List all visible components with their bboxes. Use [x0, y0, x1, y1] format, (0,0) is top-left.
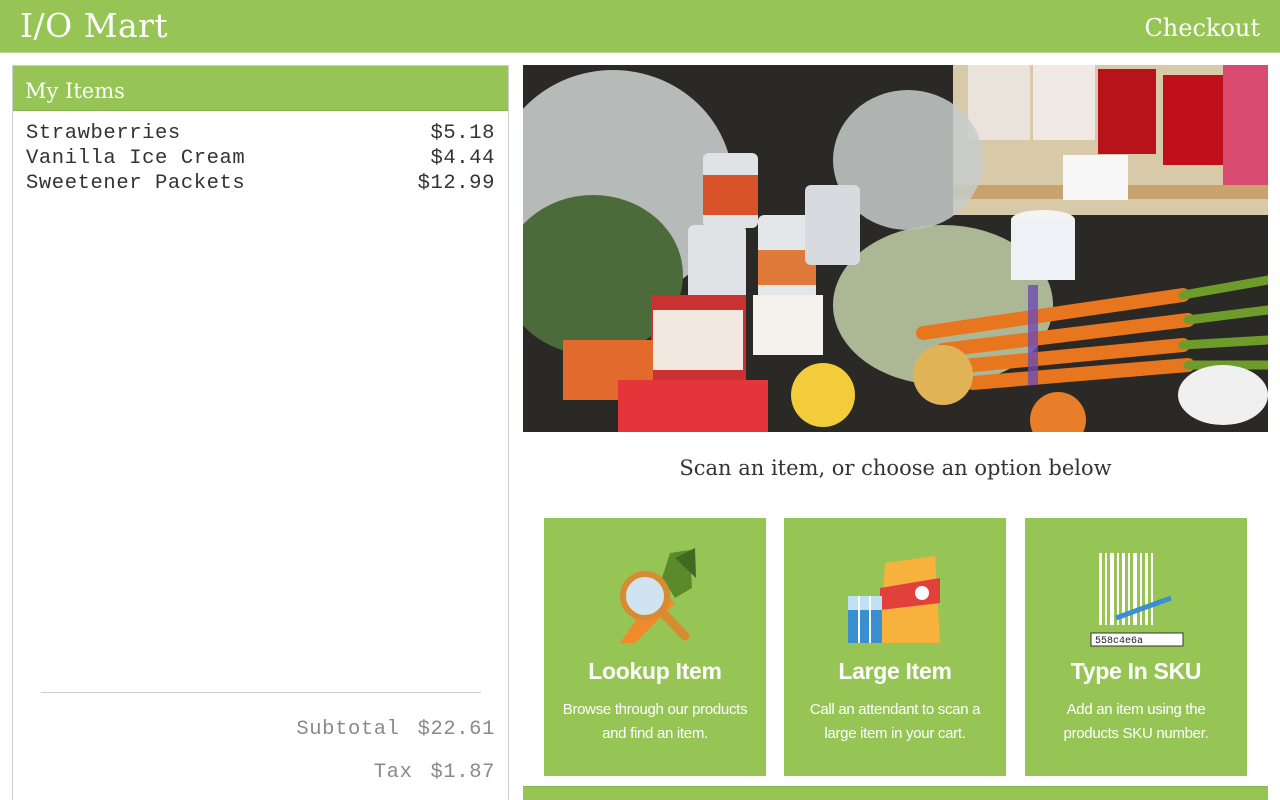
subtotal-value: $22.61	[417, 718, 495, 741]
list-item[interactable]: Vanilla Ice Cream $4.44	[26, 146, 495, 171]
item-price: $12.99	[417, 172, 495, 195]
item-price: $4.44	[430, 147, 495, 170]
totals-divider	[41, 692, 481, 693]
tax-row: Tax $1.87	[374, 761, 495, 784]
carrot-magnifier-icon	[620, 548, 696, 643]
type-sku-title: Type In SKU	[1070, 658, 1202, 684]
list-item[interactable]: Sweetener Packets $12.99	[26, 171, 495, 196]
type-sku-button[interactable]: 558c4e6a Type In SKU Add an item using t…	[1025, 518, 1247, 776]
tax-value: $1.87	[430, 761, 495, 784]
lookup-item-button[interactable]: Lookup Item Browse through our products …	[544, 518, 766, 776]
large-item-button[interactable]: Large Item Call an attendant to scan a l…	[784, 518, 1006, 776]
subtotal-row: Subtotal $22.61	[296, 718, 495, 741]
groceries-photo	[523, 65, 1268, 432]
large-item-title: Large Item	[838, 658, 952, 684]
tax-label: Tax	[373, 761, 413, 784]
subtotal-label: Subtotal	[296, 718, 400, 741]
large-item-description: Call an attendant to scan a large item i…	[809, 701, 981, 742]
sku-sample-text: 558c4e6a	[1095, 636, 1143, 647]
barcode-icon: 558c4e6a	[1090, 553, 1184, 647]
bottom-panel-edge	[523, 786, 1268, 800]
lookup-item-description: Browse through our products and find an …	[562, 701, 748, 742]
store-logo: I/O Mart	[20, 6, 169, 45]
checkout-button[interactable]: Checkout	[1144, 14, 1260, 42]
dog-food-bag-icon	[848, 556, 940, 643]
my-items-title: My Items	[13, 66, 508, 111]
item-name: Vanilla Ice Cream	[26, 147, 246, 170]
item-name: Strawberries	[26, 122, 181, 145]
item-list: Strawberries $5.18 Vanilla Ice Cream $4.…	[13, 111, 508, 196]
type-sku-description: Add an item using the products SKU numbe…	[1063, 701, 1209, 742]
my-items-panel: My Items Strawberries $5.18 Vanilla Ice …	[12, 65, 509, 800]
item-name: Sweetener Packets	[26, 172, 246, 195]
top-bar: I/O Mart Checkout	[0, 0, 1280, 53]
lookup-item-title: Lookup Item	[588, 658, 722, 684]
item-price: $5.18	[430, 122, 495, 145]
scan-prompt: Scan an item, or choose an option below	[679, 456, 1112, 480]
list-item[interactable]: Strawberries $5.18	[26, 121, 495, 146]
